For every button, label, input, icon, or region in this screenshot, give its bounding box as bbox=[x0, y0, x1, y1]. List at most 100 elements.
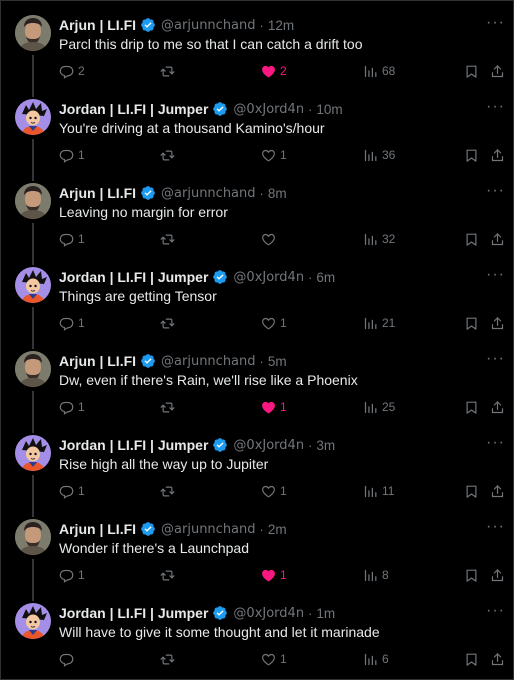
avatar[interactable] bbox=[15, 519, 51, 555]
timestamp[interactable]: 2m bbox=[268, 522, 287, 537]
like-button[interactable]: 1 bbox=[261, 566, 287, 584]
avatar[interactable] bbox=[15, 603, 51, 639]
timestamp[interactable]: 8m bbox=[268, 186, 287, 201]
reply-button[interactable]: 1 bbox=[59, 230, 85, 248]
share-button[interactable] bbox=[490, 146, 505, 164]
tweet[interactable]: Jordan | LI.FI | Jumper @0xJord4n · 3m ·… bbox=[1, 435, 514, 519]
reply-button[interactable]: 1 bbox=[59, 146, 85, 164]
bookmark-button[interactable] bbox=[464, 230, 479, 248]
display-name[interactable]: Jordan | LI.FI | Jumper bbox=[59, 101, 208, 117]
avatar[interactable] bbox=[15, 435, 51, 471]
views-button[interactable]: 68 bbox=[363, 62, 395, 80]
verified-badge-icon bbox=[213, 606, 228, 620]
like-button[interactable]: 1 bbox=[261, 314, 287, 332]
display-name[interactable]: Arjun | LI.FI bbox=[59, 17, 136, 33]
display-name[interactable]: Jordan | LI.FI | Jumper bbox=[59, 605, 208, 621]
timestamp[interactable]: 5m bbox=[268, 354, 287, 369]
timestamp[interactable]: 3m bbox=[316, 438, 335, 453]
bookmark-button[interactable] bbox=[464, 566, 479, 584]
user-handle[interactable]: @arjunnchand bbox=[161, 186, 256, 201]
views-button[interactable]: 32 bbox=[363, 230, 395, 248]
bookmark-button[interactable] bbox=[464, 314, 479, 332]
more-icon[interactable]: ··· bbox=[486, 183, 505, 199]
avatar[interactable] bbox=[15, 351, 51, 387]
display-name[interactable]: Arjun | LI.FI bbox=[59, 353, 136, 369]
avatar[interactable] bbox=[15, 267, 51, 303]
like-button[interactable]: 1 bbox=[261, 146, 287, 164]
views-button[interactable]: 25 bbox=[363, 398, 395, 416]
bookmark-button[interactable] bbox=[464, 62, 479, 80]
user-handle[interactable]: @0xJord4n bbox=[233, 102, 304, 117]
tweet[interactable]: Arjun | LI.FI @arjunnchand · 12m ··· Par… bbox=[1, 15, 514, 99]
like-button[interactable]: 1 bbox=[261, 482, 287, 500]
reply-button[interactable]: 1 bbox=[59, 314, 85, 332]
bookmark-button[interactable] bbox=[464, 482, 479, 500]
views-button[interactable]: 8 bbox=[363, 566, 389, 584]
retweet-button[interactable] bbox=[160, 230, 175, 248]
like-button[interactable]: 1 bbox=[261, 398, 287, 416]
views-button[interactable]: 11 bbox=[363, 482, 394, 500]
reply-button[interactable]: 2 bbox=[59, 62, 85, 80]
bookmark-button[interactable] bbox=[464, 398, 479, 416]
reply-button[interactable] bbox=[59, 650, 78, 668]
retweet-button[interactable] bbox=[160, 482, 175, 500]
tweet[interactable]: Arjun | LI.FI @arjunnchand · 8m ··· Leav… bbox=[1, 183, 514, 267]
user-handle[interactable]: @arjunnchand bbox=[161, 522, 256, 537]
timestamp[interactable]: 1m bbox=[316, 606, 335, 621]
like-button[interactable]: 1 bbox=[261, 650, 287, 668]
tweet[interactable]: Arjun | LI.FI @arjunnchand · 2m ··· Wond… bbox=[1, 519, 514, 603]
more-icon[interactable]: ··· bbox=[486, 435, 505, 451]
share-button[interactable] bbox=[490, 482, 505, 500]
share-button[interactable] bbox=[490, 314, 505, 332]
user-handle[interactable]: @0xJord4n bbox=[233, 270, 304, 285]
user-handle[interactable]: @0xJord4n bbox=[233, 606, 304, 621]
tweet[interactable]: Arjun | LI.FI @arjunnchand · 5m ··· Dw, … bbox=[1, 351, 514, 435]
display-name[interactable]: Jordan | LI.FI | Jumper bbox=[59, 437, 208, 453]
avatar[interactable] bbox=[15, 15, 51, 51]
more-icon[interactable]: ··· bbox=[486, 267, 505, 283]
retweet-button[interactable] bbox=[160, 62, 175, 80]
user-handle[interactable]: @arjunnchand bbox=[161, 354, 256, 369]
reply-button[interactable]: 1 bbox=[59, 482, 85, 500]
tweet[interactable]: Jordan | LI.FI | Jumper @0xJord4n · 10m … bbox=[1, 99, 514, 183]
reply-button[interactable]: 1 bbox=[59, 398, 85, 416]
bookmark-button[interactable] bbox=[464, 650, 479, 668]
retweet-button[interactable] bbox=[160, 398, 175, 416]
more-icon[interactable]: ··· bbox=[486, 351, 505, 367]
tweet[interactable]: Jordan | LI.FI | Jumper @0xJord4n · 1m ·… bbox=[1, 603, 514, 680]
retweet-button[interactable] bbox=[160, 650, 175, 668]
share-button[interactable] bbox=[490, 398, 505, 416]
tweet[interactable]: Jordan | LI.FI | Jumper @0xJord4n · 6m ·… bbox=[1, 267, 514, 351]
retweet-button[interactable] bbox=[160, 566, 175, 584]
bookmark-button[interactable] bbox=[464, 146, 479, 164]
user-handle[interactable]: @0xJord4n bbox=[233, 438, 304, 453]
share-button[interactable] bbox=[490, 230, 505, 248]
retweet-button[interactable] bbox=[160, 314, 175, 332]
display-name[interactable]: Arjun | LI.FI bbox=[59, 185, 136, 201]
views-count: 8 bbox=[382, 568, 389, 582]
timestamp[interactable]: 6m bbox=[316, 270, 335, 285]
views-button[interactable]: 21 bbox=[363, 314, 395, 332]
share-button[interactable] bbox=[490, 566, 505, 584]
reply-button[interactable]: 1 bbox=[59, 566, 85, 584]
share-button[interactable] bbox=[490, 650, 505, 668]
views-button[interactable]: 6 bbox=[363, 650, 389, 668]
retweet-icon bbox=[160, 234, 175, 244]
views-button[interactable]: 36 bbox=[363, 146, 395, 164]
more-icon[interactable]: ··· bbox=[486, 15, 505, 31]
like-button[interactable] bbox=[261, 230, 280, 248]
display-name[interactable]: Jordan | LI.FI | Jumper bbox=[59, 269, 208, 285]
more-icon[interactable]: ··· bbox=[486, 603, 505, 619]
like-button[interactable]: 2 bbox=[261, 62, 287, 80]
display-name[interactable]: Arjun | LI.FI bbox=[59, 521, 136, 537]
share-button[interactable] bbox=[490, 62, 505, 80]
more-icon[interactable]: ··· bbox=[486, 519, 505, 535]
separator-dot: · bbox=[259, 353, 264, 369]
retweet-button[interactable] bbox=[160, 146, 175, 164]
avatar[interactable] bbox=[15, 99, 51, 135]
user-handle[interactable]: @arjunnchand bbox=[161, 18, 256, 33]
more-icon[interactable]: ··· bbox=[486, 99, 505, 115]
timestamp[interactable]: 12m bbox=[268, 18, 294, 33]
timestamp[interactable]: 10m bbox=[316, 102, 342, 117]
avatar[interactable] bbox=[15, 183, 51, 219]
